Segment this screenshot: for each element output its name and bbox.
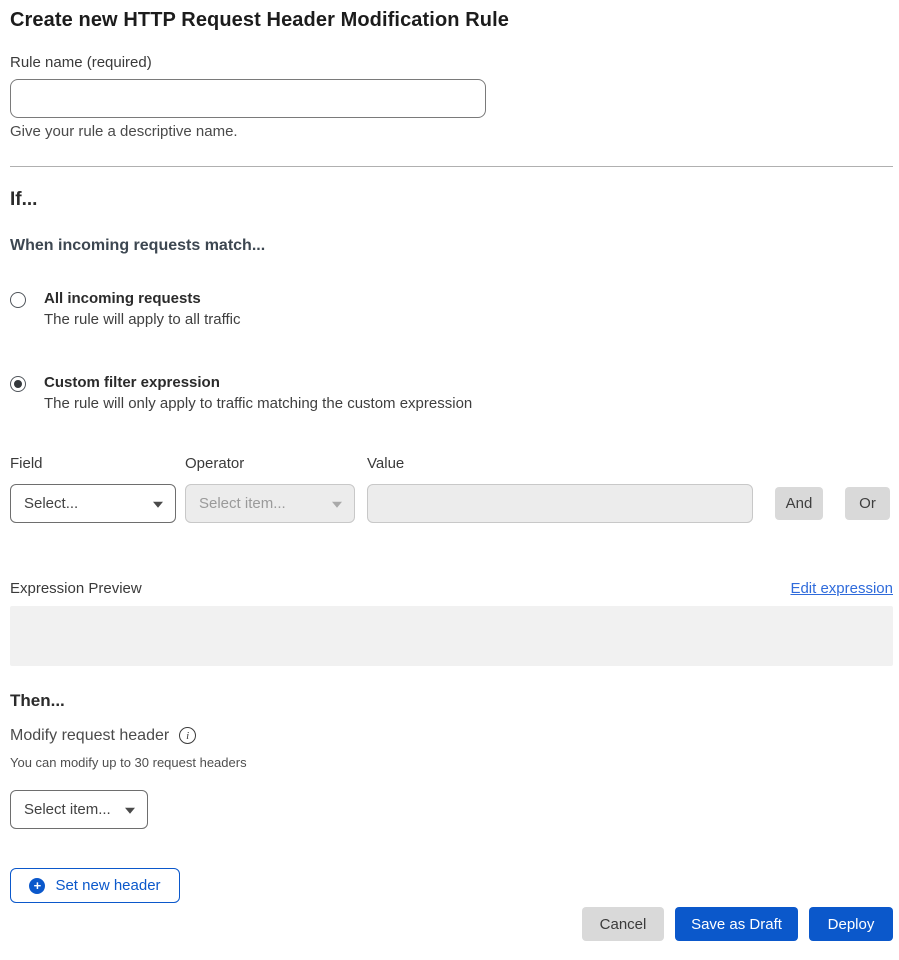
radio-option-all-incoming[interactable]: All incoming requests The rule will appl…	[10, 291, 893, 328]
radio-label-all-incoming[interactable]: All incoming requests	[44, 291, 240, 306]
chevron-down-icon	[153, 501, 163, 507]
chevron-down-icon	[125, 807, 135, 813]
section-divider	[10, 166, 893, 167]
modify-request-header-label: Modify request header	[10, 727, 169, 744]
radio-desc-custom-filter: The rule will only apply to traffic matc…	[44, 396, 472, 412]
operator-select-value: Select item...	[199, 495, 286, 512]
page-title: Create new HTTP Request Header Modificat…	[10, 8, 893, 32]
set-new-header-label: Set new header	[55, 877, 160, 894]
rule-name-helper: Give your rule a descriptive name.	[10, 124, 893, 140]
field-label: Field	[10, 456, 176, 472]
plus-icon: +	[29, 878, 45, 894]
or-button[interactable]: Or	[845, 487, 890, 520]
create-rule-form: Create new HTTP Request Header Modificat…	[0, 0, 899, 960]
and-button[interactable]: And	[775, 487, 823, 520]
radio-desc-all-incoming: The rule will apply to all traffic	[44, 312, 240, 328]
radio-unselected-icon[interactable]	[10, 292, 26, 308]
then-heading: Then...	[10, 691, 893, 711]
modify-header-helper: You can modify up to 30 request headers	[10, 756, 893, 769]
header-item-select[interactable]: Select item...	[10, 790, 148, 829]
expression-preview-label: Expression Preview	[10, 581, 142, 597]
match-subheading: When incoming requests match...	[10, 237, 893, 254]
footer-actions: Cancel Save as Draft Deploy	[10, 907, 893, 941]
if-heading: If...	[10, 189, 893, 211]
operator-select: Select item...	[185, 484, 355, 523]
value-label: Value	[367, 456, 753, 472]
operator-label: Operator	[185, 456, 355, 472]
radio-option-custom-filter[interactable]: Custom filter expression The rule will o…	[10, 375, 893, 412]
cancel-button[interactable]: Cancel	[582, 907, 664, 941]
expression-preview-header: Expression Preview Edit expression	[10, 580, 893, 597]
save-as-draft-button[interactable]: Save as Draft	[675, 907, 798, 941]
rule-name-input[interactable]	[10, 79, 486, 118]
set-new-header-button[interactable]: + Set new header	[10, 868, 180, 903]
deploy-button[interactable]: Deploy	[809, 907, 893, 941]
expression-builder-row: Field Select... Operator Select item... …	[10, 456, 893, 523]
header-item-select-value: Select item...	[24, 801, 111, 818]
info-icon[interactable]: i	[179, 727, 196, 744]
radio-selected-icon[interactable]	[10, 376, 26, 392]
expression-preview-box	[10, 606, 893, 666]
chevron-down-icon	[332, 501, 342, 507]
field-select[interactable]: Select...	[10, 484, 176, 523]
field-select-value: Select...	[24, 495, 78, 512]
edit-expression-link[interactable]: Edit expression	[790, 580, 893, 597]
rule-name-label: Rule name (required)	[10, 55, 893, 71]
modify-header-row: Modify request header i	[10, 727, 893, 744]
value-input	[367, 484, 753, 523]
radio-label-custom-filter[interactable]: Custom filter expression	[44, 375, 472, 390]
